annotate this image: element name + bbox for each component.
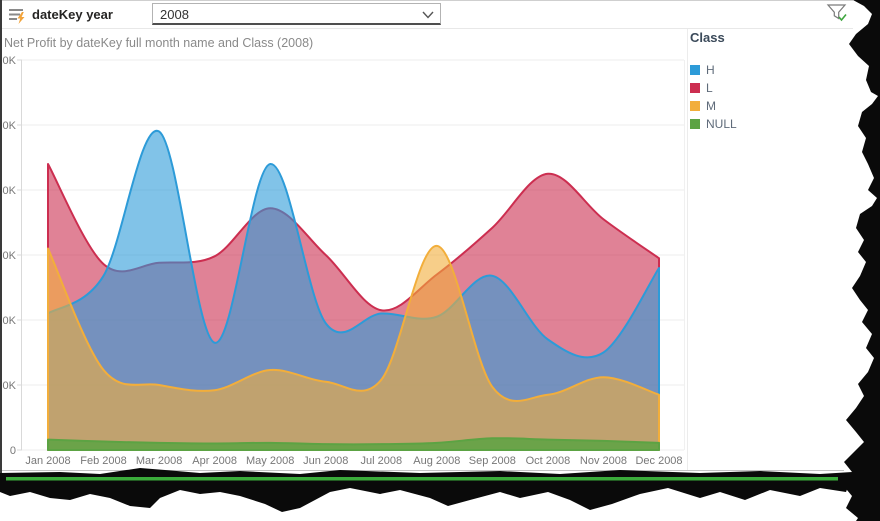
- x-tick-label: Mar 2008: [136, 455, 182, 467]
- window-border-top: [0, 0, 853, 1]
- filter-funnel-icon[interactable]: [826, 4, 850, 24]
- legend-label: NULL: [706, 117, 737, 131]
- chevron-down-icon: [422, 11, 434, 19]
- x-tick-label: Jul 2008: [360, 455, 402, 467]
- slicer-icon: [8, 7, 28, 25]
- x-tick-label: Apr 2008: [192, 455, 237, 467]
- x-tick-label: Nov 2008: [580, 455, 627, 467]
- x-tick-label: Jun 2008: [303, 455, 348, 467]
- x-tick-label: Dec 2008: [635, 455, 682, 467]
- x-tick-label: Oct 2008: [526, 455, 571, 467]
- year-dropdown[interactable]: 2008: [152, 3, 441, 25]
- area-chart: 0 10K 20K 30K 40K 50K 60K Jan 2008 Feb 2008 Mar 2…: [0, 28, 687, 473]
- x-tick-label: Aug 2008: [413, 455, 460, 467]
- legend-item-H[interactable]: H: [690, 61, 840, 79]
- window-border-left: [0, 0, 2, 476]
- legend-title: Class: [690, 30, 840, 45]
- slicer-title: dateKey year: [32, 7, 113, 22]
- legend-item-NULL[interactable]: NULL: [690, 115, 840, 133]
- legend-label: H: [706, 63, 715, 77]
- x-tick-label: Feb 2008: [80, 455, 126, 467]
- x-tick-label: Sep 2008: [469, 455, 516, 467]
- legend-item-M[interactable]: M: [690, 97, 840, 115]
- x-tick-label: Jan 2008: [25, 455, 70, 467]
- torn-edge-right: [842, 0, 880, 521]
- y-tick-label: 60K: [0, 55, 17, 67]
- slicer-header: dateKey year 2008: [2, 1, 853, 29]
- y-tick-label: 10K: [0, 380, 17, 392]
- torn-edge-bottom: [0, 468, 852, 512]
- green-stripe: [6, 477, 838, 481]
- legend-items: HLM NULL: [690, 61, 840, 133]
- legend-item-L[interactable]: L: [690, 79, 840, 97]
- legend-label: L: [706, 81, 713, 95]
- window-border-bottom: [2, 470, 844, 471]
- legend-swatch-M: [690, 101, 700, 111]
- legend-swatch-L: [690, 83, 700, 93]
- y-tick-label: 20K: [0, 315, 17, 327]
- y-tick-label: 40K: [0, 185, 17, 197]
- legend-label: M: [706, 99, 716, 113]
- legend-swatch-H: [690, 65, 700, 75]
- plot-legend-separator: [687, 29, 688, 470]
- legend-swatch-NULL: [690, 119, 700, 129]
- x-tick-label: May 2008: [246, 455, 294, 467]
- y-tick-label: 50K: [0, 120, 17, 132]
- legend: Class HLM NULL: [690, 30, 840, 133]
- app-window: dateKey year 2008 Net Profit by dateKey …: [0, 0, 880, 521]
- y-tick-label: 0: [10, 445, 16, 457]
- checkmark-icon: [839, 15, 846, 21]
- year-dropdown-value: 2008: [160, 7, 189, 22]
- y-tick-label: 30K: [0, 250, 17, 262]
